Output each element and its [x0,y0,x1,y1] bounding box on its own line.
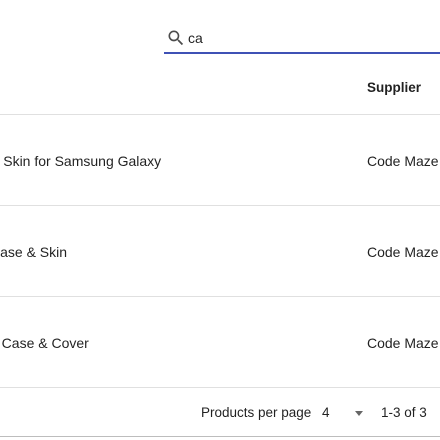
supplier-cell: Code Maze [367,153,439,169]
supplier-cell: Code Maze [367,335,439,351]
table-row[interactable]: Case & Skin Code Maze [0,206,440,297]
paginator: Products per page 4 1-3 of 3 [0,388,440,437]
table-row[interactable]: & Skin for Samsung Galaxy Code Maze [0,115,440,206]
search-icon [168,30,184,46]
column-header-supplier[interactable]: Supplier [367,80,421,95]
page-size-value: 4 [322,405,330,420]
page-range-label: 1-3 of 3 [381,405,427,420]
page-size-select[interactable]: 4 [316,400,368,426]
table-header-row: Supplier [0,62,440,115]
product-name-cell: e Case & Cover [0,335,89,351]
dropdown-arrow-icon [355,411,363,416]
page-size-label: Products per page [201,405,312,420]
products-table: Supplier & Skin for Samsung Galaxy Code … [0,62,440,388]
product-name-cell: Case & Skin [0,244,68,260]
table-row[interactable]: e Case & Cover Code Maze [0,297,440,388]
products-page: Supplier & Skin for Samsung Galaxy Code … [0,0,440,440]
search-field[interactable] [164,26,440,54]
supplier-cell: Code Maze [367,244,439,260]
product-name-cell: & Skin for Samsung Galaxy [0,153,162,169]
search-input[interactable] [186,30,428,46]
